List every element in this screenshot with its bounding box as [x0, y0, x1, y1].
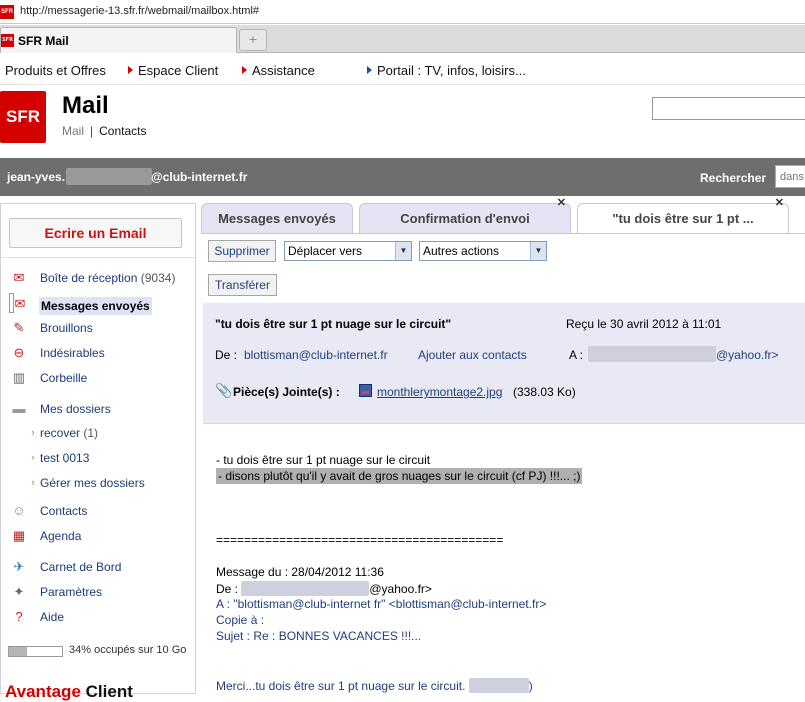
- contacts-link[interactable]: Contacts: [99, 124, 146, 138]
- search-label: Rechercher: [700, 171, 767, 185]
- quoted-from: De : @yahoo.fr>: [216, 581, 432, 596]
- tab-favicon: SFR: [1, 34, 14, 47]
- quota-fill: [9, 647, 27, 656]
- attachments-label: Pièce(s) Jointe(s) :: [233, 385, 340, 399]
- message-header: "tu dois être sur 1 pt nuage sur le circ…: [203, 303, 805, 423]
- address-bar[interactable]: SFR http://messagerie-13.sfr.fr/webmail/…: [0, 0, 805, 24]
- quoted-subject: Sujet : Re : BONNES VACANCES !!!...: [216, 629, 422, 643]
- arrow-icon: [242, 66, 247, 74]
- page-title: Mail: [62, 92, 109, 119]
- redacted-sender: [241, 581, 370, 596]
- arrow-icon: [367, 66, 372, 74]
- body-line: - tu dois être sur 1 pt nuage sur le cir…: [216, 453, 431, 467]
- attachment-link[interactable]: monthlerymontage2.jpg: [377, 385, 502, 399]
- image-file-icon: [359, 384, 372, 397]
- user-email-prefix: jean-yves.: [7, 170, 66, 184]
- new-tab-button[interactable]: +: [239, 29, 267, 51]
- browser-tab-strip: SFR SFR Mail +: [0, 25, 805, 53]
- portal-search-input[interactable]: [652, 97, 805, 120]
- forward-button[interactable]: Transférer: [208, 274, 277, 296]
- logbook-icon: ✈: [13, 559, 25, 574]
- from-address[interactable]: blottisman@club-internet.fr: [244, 348, 388, 362]
- chevron-down-icon: ▼: [395, 242, 411, 260]
- redacted-username: [66, 168, 152, 185]
- quoted-cc: Copie à :: [216, 613, 265, 627]
- tab-open-message[interactable]: "tu dois être sur 1 pt ... ✕: [577, 197, 789, 233]
- chevron-down-icon: ▼: [530, 242, 546, 260]
- close-icon[interactable]: ✕: [775, 196, 784, 210]
- redacted-name: [468, 678, 529, 693]
- folder-icon: ▬: [12, 401, 26, 416]
- nav-portail[interactable]: Portail : TV, infos, loisirs...: [367, 63, 526, 78]
- tab-baseline: [201, 233, 805, 234]
- user-bar: jean-yves. @club-internet.fr Rechercher: [0, 158, 805, 196]
- body-line-highlighted: - disons plutôt qu'il y avait de gros nu…: [216, 468, 583, 484]
- received-date: Reçu le 30 avril 2012 à 11:01: [566, 317, 722, 331]
- add-to-contacts-link[interactable]: Ajouter aux contacts: [418, 348, 527, 362]
- site-favicon: SFR: [0, 5, 14, 19]
- inbox-icon: ✉: [13, 270, 25, 285]
- trash-icon: ▥: [12, 370, 26, 385]
- link-separator: |: [90, 124, 94, 138]
- tab-sent-messages[interactable]: Messages envoyés: [201, 203, 353, 233]
- user-email-domain: @club-internet.fr: [151, 170, 248, 184]
- tab-send-confirmation[interactable]: Confirmation d'envoi ✕: [359, 197, 571, 233]
- quota-text: 34% occupés sur 10 Go: [69, 644, 187, 656]
- sent-icon: ✉: [14, 296, 26, 311]
- message-pane: Messages envoyés Confirmation d'envoi ✕ …: [201, 197, 805, 694]
- delete-button[interactable]: Supprimer: [208, 240, 276, 262]
- message-subject: "tu dois être sur 1 pt nuage sur le circ…: [215, 317, 452, 331]
- to-label: A :: [569, 348, 584, 362]
- browser-tab-title: SFR Mail: [18, 34, 69, 48]
- other-actions-select[interactable]: Autres actions ▼: [419, 241, 547, 261]
- divider: [203, 423, 805, 424]
- quote-separator: ========================================…: [216, 533, 504, 547]
- promo-banner[interactable]: Avantage Client: [5, 682, 133, 702]
- close-icon[interactable]: ✕: [557, 196, 566, 210]
- calendar-icon: ▦: [12, 528, 26, 543]
- mail-link[interactable]: Mail: [62, 124, 84, 138]
- nav-produits-offres[interactable]: Produits et Offres: [5, 63, 106, 78]
- quota-bar: [8, 646, 63, 657]
- app-switcher: Mail | Contacts: [62, 124, 147, 138]
- arrow-icon: [128, 66, 133, 74]
- move-to-select[interactable]: Déplacer vers ▼: [284, 241, 412, 261]
- spam-icon: ⊖: [13, 345, 25, 360]
- url-text[interactable]: http://messagerie-13.sfr.fr/webmail/mail…: [20, 5, 259, 17]
- reply-line: Merci...tu dois être sur 1 pt nuage sur …: [216, 678, 533, 693]
- sidebar: Ecrire un Email ✉ Boîte de réception (90…: [0, 203, 196, 701]
- redacted-recipient: [588, 346, 716, 362]
- mail-search-input[interactable]: [775, 165, 805, 188]
- nav-espace-client[interactable]: Espace Client: [128, 63, 218, 78]
- quoted-to: A : "blottisman@club-internet fr" <blott…: [216, 597, 547, 611]
- attachment-size: (338.03 Ko): [513, 385, 576, 399]
- sfr-logo[interactable]: SFR: [0, 91, 46, 143]
- portal-nav: Produits et Offres Espace Client Assista…: [0, 55, 805, 85]
- sidebar-item-sent[interactable]: ✉ Messages envoyés: [9, 293, 152, 315]
- browser-tab[interactable]: SFR SFR Mail: [0, 27, 237, 53]
- contacts-icon: ☺: [12, 503, 26, 518]
- help-icon: ?: [15, 609, 23, 624]
- quoted-date: Message du : 28/04/2012 11:36: [216, 565, 384, 579]
- paperclip-icon: 📎: [215, 383, 233, 399]
- drafts-icon: ✎: [13, 320, 25, 335]
- nav-assistance[interactable]: Assistance: [242, 63, 315, 78]
- compose-button[interactable]: Ecrire un Email: [9, 218, 182, 248]
- wrench-icon: ✦: [13, 584, 25, 599]
- to-address[interactable]: @yahoo.fr>: [716, 348, 779, 362]
- divider: [1, 257, 195, 258]
- from-label: De :: [215, 348, 238, 362]
